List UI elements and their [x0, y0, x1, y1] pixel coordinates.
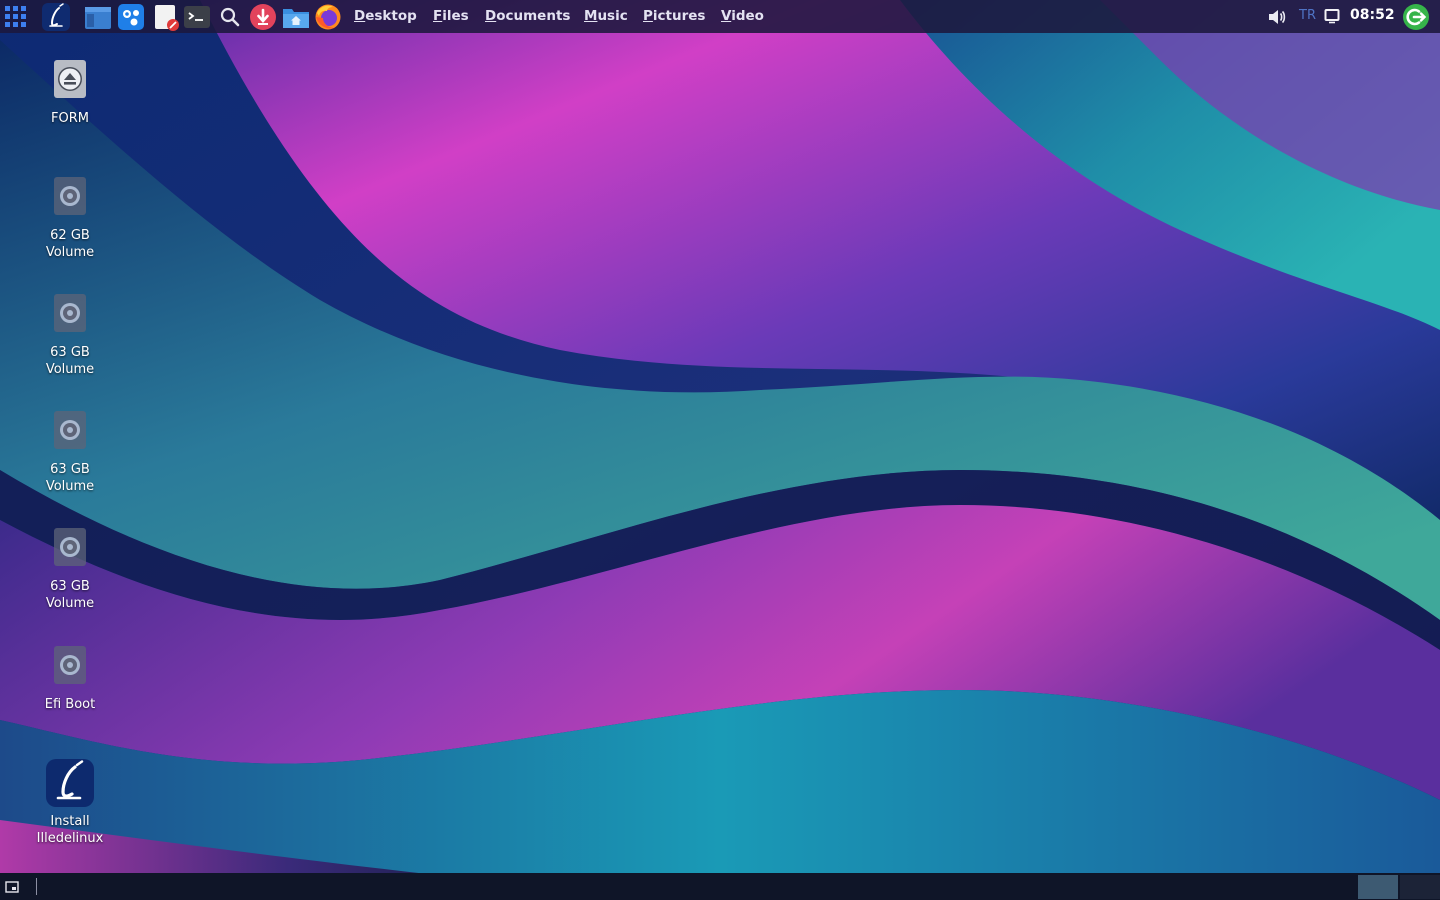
text-editor-icon[interactable]	[152, 3, 180, 31]
bottom-panel	[0, 873, 1440, 900]
search-icon[interactable]	[216, 3, 244, 31]
desktop-icon-install-illedelinux[interactable]: Install Illedelinux	[20, 758, 120, 847]
wallpaper	[0, 0, 1440, 900]
clock[interactable]: 08:52	[1350, 7, 1395, 23]
illedelinux-installer-icon	[45, 758, 95, 808]
desktop-icon-label: 63 GB Volume	[45, 345, 95, 377]
top-panel: Desktop Files Documents Music Pictures V…	[0, 0, 1440, 33]
speaker-icon[interactable]	[1267, 7, 1287, 27]
hard-drive-icon	[53, 409, 87, 451]
desktop-icon-label: 62 GB Volume	[45, 228, 95, 260]
panel-separator	[36, 878, 37, 895]
place-desktop[interactable]: Desktop	[354, 7, 417, 25]
desktop-icon-volume[interactable]: 63 GB Volume	[20, 526, 120, 612]
desktop-icon-label: 63 GB Volume	[45, 462, 95, 494]
app-grid-icon[interactable]	[2, 3, 30, 31]
hard-drive-icon	[53, 292, 87, 334]
hard-drive-icon	[53, 526, 87, 568]
firefox-icon[interactable]	[314, 3, 342, 31]
place-video[interactable]: Video	[721, 7, 764, 25]
place-documents[interactable]: Documents	[485, 7, 570, 25]
desktop[interactable]: Desktop Files Documents Music Pictures V…	[0, 0, 1440, 900]
workspace-2[interactable]	[1400, 875, 1440, 899]
desktop-icon-volume[interactable]: 62 GB Volume	[20, 175, 120, 261]
desktop-icon-form[interactable]: FORM	[20, 58, 120, 127]
desktop-icon-volume[interactable]: 63 GB Volume	[20, 409, 120, 495]
desktop-icon-efi-boot[interactable]: Efi Boot	[20, 644, 120, 713]
desktop-icon-volume[interactable]: 63 GB Volume	[20, 292, 120, 378]
show-desktop-icon[interactable]	[4, 879, 20, 895]
hard-drive-icon	[53, 175, 87, 217]
eject-drive-icon	[53, 58, 87, 100]
desktop-icon-label: Efi Boot	[44, 697, 96, 712]
downloader-icon[interactable]	[249, 3, 277, 31]
place-files[interactable]: Files	[433, 7, 469, 25]
place-pictures[interactable]: Pictures	[643, 7, 705, 25]
hard-drive-icon	[53, 644, 87, 686]
illedelinux-menu-icon[interactable]	[42, 3, 70, 31]
desktop-icon-label: FORM	[51, 111, 89, 126]
photo-viewer-icon[interactable]	[117, 3, 145, 31]
workspace-1[interactable]	[1358, 875, 1398, 899]
power-exit-icon[interactable]	[1402, 3, 1430, 31]
keyboard-layout-indicator[interactable]: TR	[1299, 8, 1316, 23]
home-folder-icon[interactable]	[282, 3, 310, 31]
display-icon[interactable]	[1324, 8, 1340, 24]
place-music[interactable]: Music	[584, 7, 628, 25]
file-manager-icon[interactable]	[84, 3, 112, 31]
desktop-icon-label: Install Illedelinux	[36, 814, 104, 846]
desktop-icon-label: 63 GB Volume	[45, 579, 95, 611]
terminal-icon[interactable]	[183, 3, 211, 31]
